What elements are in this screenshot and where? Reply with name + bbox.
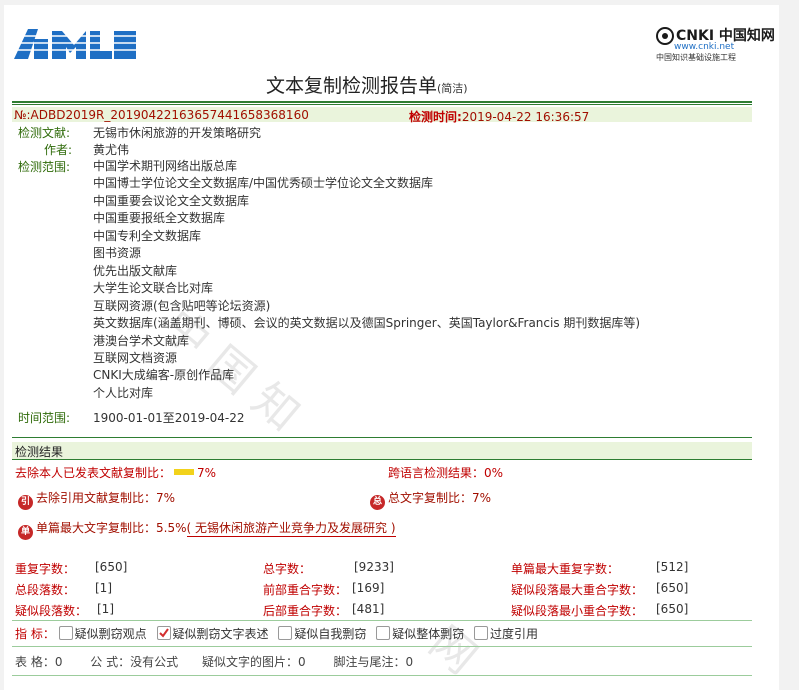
indicator-whole[interactable]: 疑似整体剽窃 <box>376 626 464 641</box>
header-divider <box>12 101 752 103</box>
scope-item: 中国专利全文数据库 <box>93 228 202 243</box>
scrollbar[interactable] <box>785 0 799 690</box>
images-label: 疑似文字的图片： <box>201 655 298 669</box>
scope-item: 个人比对库 <box>93 385 154 400</box>
ratio-bar <box>174 469 195 475</box>
scope-item: 港澳台学术文献库 <box>93 333 190 348</box>
results-header <box>12 442 752 460</box>
indicator-opinion[interactable]: 疑似剽窃观点 <box>58 626 147 641</box>
results-divider <box>12 437 752 438</box>
author-name: 黄尤伟 <box>93 143 130 157</box>
single-icon: 单 <box>18 525 33 540</box>
checkbox-checked[interactable] <box>156 626 171 640</box>
notes-value: 0 <box>405 655 414 669</box>
doc-label: 检测文献: <box>18 126 71 140</box>
formula-label: 公 式： <box>90 655 131 669</box>
tables-label: 表 格： <box>15 655 55 669</box>
scope-item: 优先出版文献库 <box>93 263 178 278</box>
images-value: 0 <box>297 655 306 669</box>
single-max-chars-label: 单篇最大重复字数： <box>511 562 620 576</box>
scope-label: 检测范围: <box>18 160 71 174</box>
total-ratio: 总总文字复制比：7% <box>370 489 491 510</box>
indicators-label: 指 标： <box>15 627 55 641</box>
back-overlap-label: 后部重合字数： <box>263 604 348 618</box>
checkmark-icon <box>158 628 169 638</box>
scope-item: 中国博士学位论文全文数据库/中国优秀硕士学位论文全文数据库 <box>93 176 434 191</box>
total-icon: 总 <box>370 495 385 510</box>
single-source-link[interactable]: ( 无锡休闲旅游产业竞争力及发展研究 ) <box>186 521 396 537</box>
self-excl-ratio: 去除本人已发表文献复制比： 7% <box>15 466 217 480</box>
cnki-logo: CNKI 中国知网 www.cnki.net 中国知识基础设施工程 <box>656 25 775 65</box>
dup-chars-label: 重复字数： <box>15 562 76 576</box>
range-label: 时间范围: <box>18 411 71 425</box>
scope-item: 中国重要报纸全文数据库 <box>93 211 226 226</box>
cnki-globe-icon <box>656 27 674 45</box>
scope-item: 大学生论文联合比对库 <box>93 281 214 296</box>
indicator-self[interactable]: 疑似自我剽窃 <box>278 626 366 641</box>
scope-item: 互联网文档资源 <box>93 350 178 365</box>
tables-value: 0 <box>54 655 63 669</box>
scope-item: 中国学术期刊网络出版总库 <box>93 159 238 173</box>
report-number: №:ADBD2019R_20190422163657441658368160 <box>14 108 309 122</box>
results-title: 检测结果 <box>15 445 64 459</box>
total-chars-label: 总字数： <box>263 562 312 576</box>
checkbox[interactable] <box>376 626 391 640</box>
scope-item: 中国重要会议论文全文数据库 <box>93 193 250 208</box>
susp-min-value: [650] <box>656 602 689 616</box>
time-range: 1900-01-01至2019-04-22 <box>93 411 245 425</box>
scope-item: 互联网资源(包含贴吧等论坛资源) <box>93 298 271 313</box>
total-chars-value: [9233] <box>354 560 394 574</box>
cnki-url: www.cnki.net <box>674 42 735 52</box>
front-overlap-value: [169] <box>352 581 385 595</box>
total-paras-label: 总段落数： <box>15 583 76 597</box>
cnki-subtitle: 中国知识基础设施工程 <box>656 53 736 62</box>
doc-title: 无锡市休闲旅游的开发策略研究 <box>93 126 262 140</box>
formula-value: 没有公式 <box>130 655 179 669</box>
checkbox[interactable] <box>58 626 73 640</box>
footer-stats: 表 格：0 公 式：没有公式 疑似文字的图片：0 脚注与尾注：0 <box>15 653 413 670</box>
total-paras-value: [1] <box>95 581 112 595</box>
scope-item: 图书资源 <box>93 246 142 261</box>
susp-paras-label: 疑似段落数： <box>15 604 88 618</box>
scope-item: CNKI大成编客-原创作品库 <box>93 368 235 383</box>
notes-label: 脚注与尾注： <box>333 655 406 669</box>
scope-list: 中国学术期刊网络出版总库 中国博士学位论文全文数据库/中国优秀硕士学位论文全文数… <box>93 158 640 402</box>
quote-icon: 引 <box>18 495 33 510</box>
susp-max-value: [650] <box>656 581 689 595</box>
indicators-row: 指 标： 疑似剽窃观点 疑似剽窃文字表述 疑似自我剽窃 疑似整体剽窃 过度引用 <box>15 625 538 642</box>
dup-chars-value: [650] <box>95 560 128 574</box>
title-suffix: (简洁) <box>437 82 468 95</box>
amlc-logo <box>14 29 138 59</box>
indicator-text-expression[interactable]: 疑似剽窃文字表述 <box>156 626 269 641</box>
checkbox[interactable] <box>278 626 293 640</box>
single-max-ratio: 单单篇最大文字复制比：5.5%( 无锡休闲旅游产业竞争力及发展研究 ) <box>18 519 396 540</box>
indicator-overquote[interactable]: 过度引用 <box>474 626 538 641</box>
back-overlap-value: [481] <box>352 602 385 616</box>
susp-paras-value: [1] <box>97 602 114 616</box>
front-overlap-label: 前部重合字数： <box>263 583 348 597</box>
quote-excl-ratio: 引去除引用文献复制比：7% <box>18 489 175 510</box>
detect-time: 检测时间:2019-04-22 16:36:57 <box>409 110 590 124</box>
susp-max-label: 疑似段落最大重合字数： <box>511 583 644 597</box>
author-label: 作者: <box>44 143 73 157</box>
scope-item: 英文数据库(涵盖期刊、博硕、会议的英文数据以及德国Springer、英国Tayl… <box>93 316 641 331</box>
single-max-chars-value: [512] <box>656 560 689 574</box>
checkbox[interactable] <box>474 626 489 640</box>
page-title: 文本复制检测报告单(简洁) <box>266 75 468 97</box>
cross-lang-result: 跨语言检测结果：0% <box>388 466 504 480</box>
report-page: 中 国 知 网 CNKI 中国知网 www.cnki.net 中国知识基础设施工… <box>4 5 779 690</box>
susp-min-label: 疑似段落最小重合字数： <box>511 604 644 618</box>
